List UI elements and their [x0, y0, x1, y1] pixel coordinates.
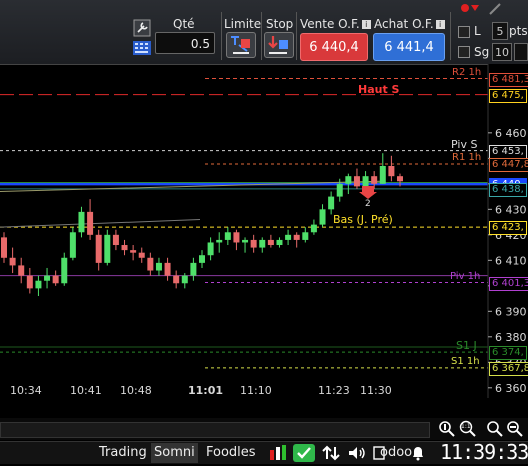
level-label-s1-j: S1 J: [456, 339, 477, 353]
info-icon[interactable]: i: [435, 20, 445, 29]
notification-bell-icon[interactable]: [410, 445, 426, 465]
sg-checkbox[interactable]: [458, 46, 470, 58]
level-label-haut-s: Haut S: [358, 82, 400, 96]
zoom-bar: 1:1: [0, 418, 528, 440]
check-icon[interactable]: [293, 444, 315, 462]
level-label-s1-1h: S1 1h: [451, 355, 480, 367]
price-tag: 6 438,: [489, 182, 527, 197]
price-tag: 6 453,: [489, 144, 527, 159]
info-icon[interactable]: i: [361, 20, 371, 29]
settings-icon[interactable]: [489, 0, 501, 15]
buy-label: Achat O.F. i: [374, 17, 445, 31]
buy-button[interactable]: 6 441,4: [373, 33, 445, 61]
network-icon[interactable]: [322, 445, 340, 465]
level-label-bas: Bas (J. Pré): [333, 213, 393, 227]
taskbar-item-trading[interactable]: Trading: [99, 445, 147, 460]
scrollbar[interactable]: [0, 422, 430, 438]
sg-stepper[interactable]: [514, 43, 528, 61]
quantity-input[interactable]: 0.5: [155, 32, 215, 54]
qty-label: Qté: [173, 17, 195, 31]
divider: [296, 12, 297, 60]
clock[interactable]: 11:39:33: [440, 440, 528, 464]
order-toolbar: Qté 0.5 Limite Stop Vente O.F. i 6 440,4 …: [0, 0, 528, 65]
price-chart[interactable]: 6 4606 4506 4406 4306 4206 4106 4006 390…: [0, 64, 528, 398]
keypad-icon[interactable]: [133, 40, 151, 55]
price-tag: 6 447,8: [489, 157, 528, 172]
alert-icon[interactable]: [459, 0, 481, 12]
level-label-piv-s: Piv S: [451, 137, 478, 151]
bounce-marker: 2: [365, 199, 371, 210]
sg-label: Sg: [474, 45, 490, 59]
l-checkbox[interactable]: [458, 26, 470, 38]
price-tag: 6 481,3: [489, 72, 528, 87]
pts-input[interactable]: 5: [492, 22, 508, 40]
limit-order-icon: [231, 36, 250, 54]
stop-order-button[interactable]: [264, 32, 294, 58]
taskbar-app-odoo[interactable]: odoo: [380, 445, 412, 460]
pts-label: pts: [509, 24, 528, 38]
limit-label: Limite: [224, 17, 262, 31]
price-tag: 6 374,: [489, 346, 527, 361]
wrench-icon[interactable]: [133, 19, 151, 37]
l-label: L: [474, 24, 481, 38]
divider: [261, 12, 262, 60]
price-tag: 6 475,: [489, 88, 527, 103]
taskbar: Trading Somni Foodles odoo 11:39:33: [0, 440, 528, 465]
level-label-piv-1h: Piv 1h: [450, 270, 481, 282]
zoom-fit-icon[interactable]: [486, 420, 504, 442]
price-tags-layer: 6 481,36 475,6 453,6 447,86 440,6 438,6 …: [0, 64, 528, 398]
zoom-value: 1:1: [461, 423, 471, 430]
stop-label: Stop: [266, 17, 294, 31]
buy-label-text: Achat O.F.: [374, 17, 434, 31]
divider: [221, 12, 222, 60]
limit-order-button[interactable]: [226, 32, 256, 58]
level-label-r2-1h: R2 1h: [452, 66, 482, 78]
volume-icon[interactable]: [347, 445, 367, 465]
price-tag: 6 423,: [489, 221, 527, 236]
sell-label-text: Vente O.F.: [300, 17, 360, 31]
sg-input[interactable]: 10: [492, 43, 512, 61]
level-label-r1-1h: R1 1h: [452, 151, 482, 163]
price-tag: 6 367,8: [489, 361, 528, 376]
taskbar-item-somni[interactable]: Somni: [151, 443, 198, 463]
taskbar-item-foodles[interactable]: Foodles: [206, 445, 256, 460]
zoom-out-icon[interactable]: [506, 420, 524, 442]
sell-button[interactable]: 6 440,4: [300, 33, 368, 61]
sell-label: Vente O.F. i: [300, 17, 371, 31]
divider: [450, 12, 451, 60]
stop-order-icon: [268, 36, 288, 54]
price-tag: 6 401,3: [489, 276, 528, 291]
zoom-in-icon[interactable]: [438, 420, 456, 442]
